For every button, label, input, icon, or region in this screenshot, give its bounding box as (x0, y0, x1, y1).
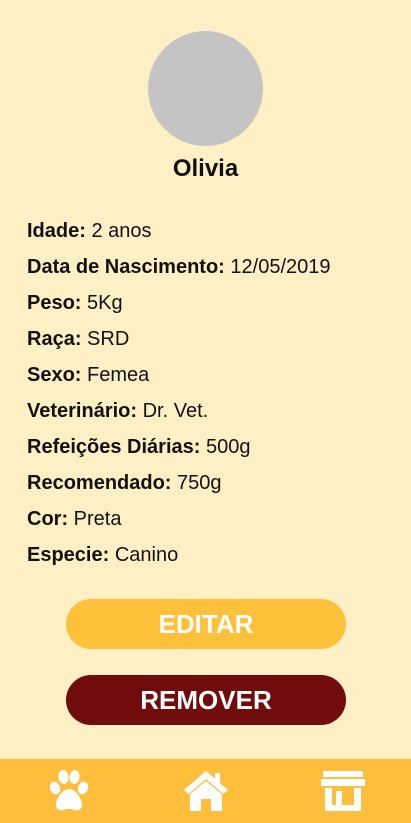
nav-store-button[interactable] (311, 763, 375, 819)
nav-pets-button[interactable] (37, 763, 101, 819)
detail-label: Sexo: (27, 364, 82, 386)
detail-label: Especie: (27, 544, 110, 566)
detail-label: Data de Nascimento: (27, 256, 225, 278)
detail-value: Femea (87, 364, 150, 386)
detail-value: 5Kg (87, 292, 123, 314)
detail-value: Dr. Vet. (142, 400, 209, 422)
paw-icon (49, 770, 88, 811)
detail-value: Preta (73, 508, 122, 530)
detail-row-veterinario: Veterinário: Dr. Vet. (27, 396, 331, 432)
detail-row-refeicoes: Refeições Diárias: 500g (27, 432, 331, 468)
detail-label: Veterinário: (27, 400, 138, 422)
detail-label: Recomendado: (27, 472, 172, 494)
bottom-nav (0, 759, 411, 823)
detail-row-raca: Raça: SRD (27, 324, 331, 360)
nav-home-button[interactable] (174, 763, 238, 819)
pet-details: Idade: 2 anos Data de Nascimento: 12/05/… (27, 216, 331, 576)
detail-value: 12/05/2019 (230, 256, 331, 278)
detail-label: Peso: (27, 292, 82, 314)
detail-value: 500g (205, 436, 251, 458)
store-icon (320, 771, 365, 811)
detail-label: Idade: (27, 220, 86, 242)
edit-button[interactable]: EDITAR (66, 599, 346, 649)
remove-button[interactable]: REMOVER (66, 675, 346, 725)
detail-value: 2 anos (91, 220, 152, 242)
pet-name: Olivia (172, 155, 239, 182)
detail-row-idade: Idade: 2 anos (27, 216, 331, 252)
pet-avatar (148, 31, 263, 146)
detail-value: 750g (177, 472, 222, 494)
detail-row-peso: Peso: 5Kg (27, 288, 331, 324)
detail-row-especie: Especie: Canino (27, 540, 331, 576)
detail-row-cor: Cor: Preta (27, 504, 331, 540)
detail-row-recomendado: Recomendado: 750g (27, 468, 331, 504)
detail-label: Refeições Diárias: (27, 436, 201, 458)
detail-value: SRD (87, 328, 130, 350)
detail-label: Raça: (27, 328, 82, 350)
detail-row-data-nascimento: Data de Nascimento: 12/05/2019 (27, 252, 331, 288)
detail-value: Canino (114, 544, 179, 566)
detail-label: Cor: (27, 508, 69, 530)
detail-row-sexo: Sexo: Femea (27, 360, 331, 396)
home-icon (183, 771, 228, 811)
